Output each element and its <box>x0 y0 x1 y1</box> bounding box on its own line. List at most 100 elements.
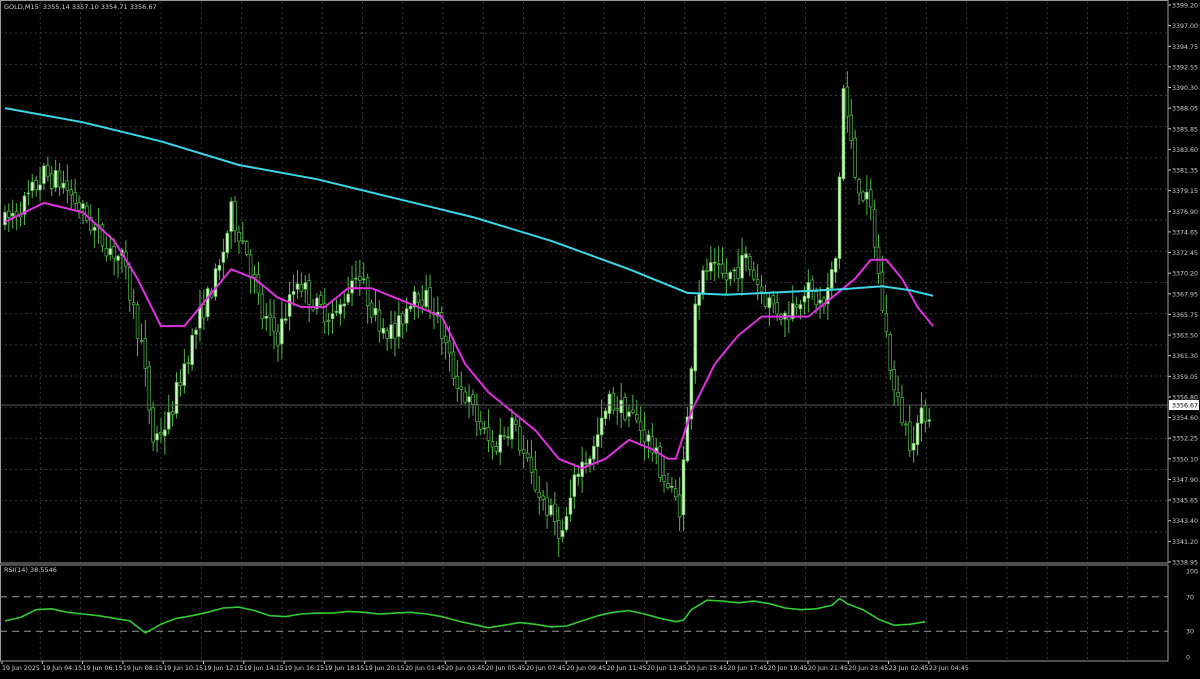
candle-body <box>213 268 218 297</box>
time-tick-label: 19 Jun 06:15 <box>83 665 123 672</box>
rsi-layer <box>0 596 1168 634</box>
time-tick-label: 20 Jun 01:45 <box>405 665 445 672</box>
rsi-tick-label: 30 <box>1186 629 1194 636</box>
candle-body <box>455 375 460 390</box>
candle-body <box>517 426 522 451</box>
candle-body <box>354 277 358 280</box>
candle-body <box>420 299 425 307</box>
candle-body <box>280 318 284 345</box>
candle-body <box>151 407 155 443</box>
candle-body <box>588 458 592 465</box>
candle-body <box>771 295 775 305</box>
rsi-pane-frame <box>0 564 1169 662</box>
candle-body <box>34 179 38 191</box>
candle-body <box>904 423 908 426</box>
candle-body <box>681 459 686 516</box>
price-tick-label: 3385.85 <box>1172 126 1198 133</box>
candle-body <box>264 315 269 319</box>
candle-body <box>514 419 518 425</box>
candle-body <box>915 422 920 446</box>
candle-body <box>716 263 721 266</box>
price-tick-label: 3399.20 <box>1172 3 1198 10</box>
candle-body <box>818 299 822 304</box>
candle-body <box>638 420 643 431</box>
candle-body <box>506 436 510 439</box>
time-tick-label: 19 Jun 10:15 <box>163 665 203 672</box>
candle-body <box>911 442 916 451</box>
candle-body <box>872 209 877 248</box>
price-tick-label: 3372.45 <box>1172 250 1198 257</box>
candle-body <box>408 305 413 310</box>
candle-body <box>463 391 467 403</box>
rsi-tick-label: 100 <box>1186 569 1198 576</box>
candle-body <box>237 231 241 242</box>
ma-slow-line <box>4 107 934 297</box>
candle-body <box>919 407 924 424</box>
candle-body <box>693 303 697 372</box>
time-tick-label: 19 Jun 12:15 <box>204 665 244 672</box>
candles <box>3 71 931 558</box>
candle-body <box>147 366 152 411</box>
main-grid <box>0 2 1168 563</box>
candle-body <box>865 191 869 200</box>
candle-body <box>202 304 206 319</box>
candle-body <box>592 445 596 460</box>
candle-body <box>584 462 588 465</box>
chart-canvas[interactable]: 3399.20 3397.00 3394.75 3392.55 3390.30 3388.… <box>0 0 1200 675</box>
time-tick-label: 20 Jun 03:45 <box>445 665 485 672</box>
rsi-axis: 100 70 30 0 <box>1186 569 1198 662</box>
candle-body <box>923 405 928 422</box>
rsi-tick-label: 0 <box>1186 655 1190 662</box>
candle-body <box>479 421 483 430</box>
rsi-header: RSI(14) 38.5546 <box>4 566 57 574</box>
chart-window[interactable]: 3399.20 3397.00 3394.75 3392.55 3390.30 3388.… <box>0 0 1200 675</box>
candle-body <box>467 396 471 403</box>
candle-body <box>128 267 132 301</box>
candle-body <box>397 315 401 337</box>
candle-body <box>233 201 237 231</box>
time-tick-label: 23 Jun 02:45 <box>889 665 929 672</box>
candle-body <box>705 269 709 272</box>
candle-body <box>861 191 865 201</box>
time-tick-label: 20 Jun 09:45 <box>566 665 606 672</box>
candle-body <box>744 253 748 259</box>
candle-body <box>163 429 167 437</box>
price-tick-label: 3370.20 <box>1172 271 1198 278</box>
time-tick-label: 19 Jun 20:15 <box>365 665 405 672</box>
price-tick-label: 3361.30 <box>1172 353 1198 360</box>
price-tick-label: 3383.60 <box>1172 147 1198 154</box>
time-tick-label: 19 Jun 04:15 <box>42 665 82 672</box>
candle-body <box>541 495 545 500</box>
candle-body <box>139 340 144 343</box>
candle-body <box>471 394 475 405</box>
candle-body <box>447 340 452 354</box>
candle-body <box>529 456 534 473</box>
candle-body <box>217 264 222 271</box>
candle-body <box>424 289 428 308</box>
candle-body <box>521 449 526 454</box>
candle-body <box>537 491 541 498</box>
candle-body <box>276 331 280 346</box>
price-tick-label: 3347.90 <box>1172 477 1198 484</box>
candle-body <box>736 266 740 279</box>
candle-body <box>451 351 456 379</box>
candle-body <box>92 226 97 231</box>
candle-body <box>673 488 678 498</box>
candle-body <box>49 173 54 189</box>
candle-body <box>225 232 230 253</box>
candle-body <box>712 261 717 264</box>
candle-body <box>362 278 366 281</box>
candle-body <box>486 426 491 441</box>
candle-body <box>646 434 651 442</box>
candle-body <box>888 334 892 371</box>
candle-body <box>30 181 35 191</box>
ma-fast-line <box>4 201 934 470</box>
candle-body <box>510 417 514 440</box>
candle-body <box>475 404 479 422</box>
candle-body <box>849 114 853 141</box>
window-frames <box>0 0 1169 662</box>
candle-body <box>728 272 733 280</box>
candle-body <box>252 274 257 278</box>
time-axis: 19 Jun 2025 19 Jun 04:15 19 Jun 06:15 19 Ju… <box>1 661 969 672</box>
rsi-line <box>4 597 926 634</box>
